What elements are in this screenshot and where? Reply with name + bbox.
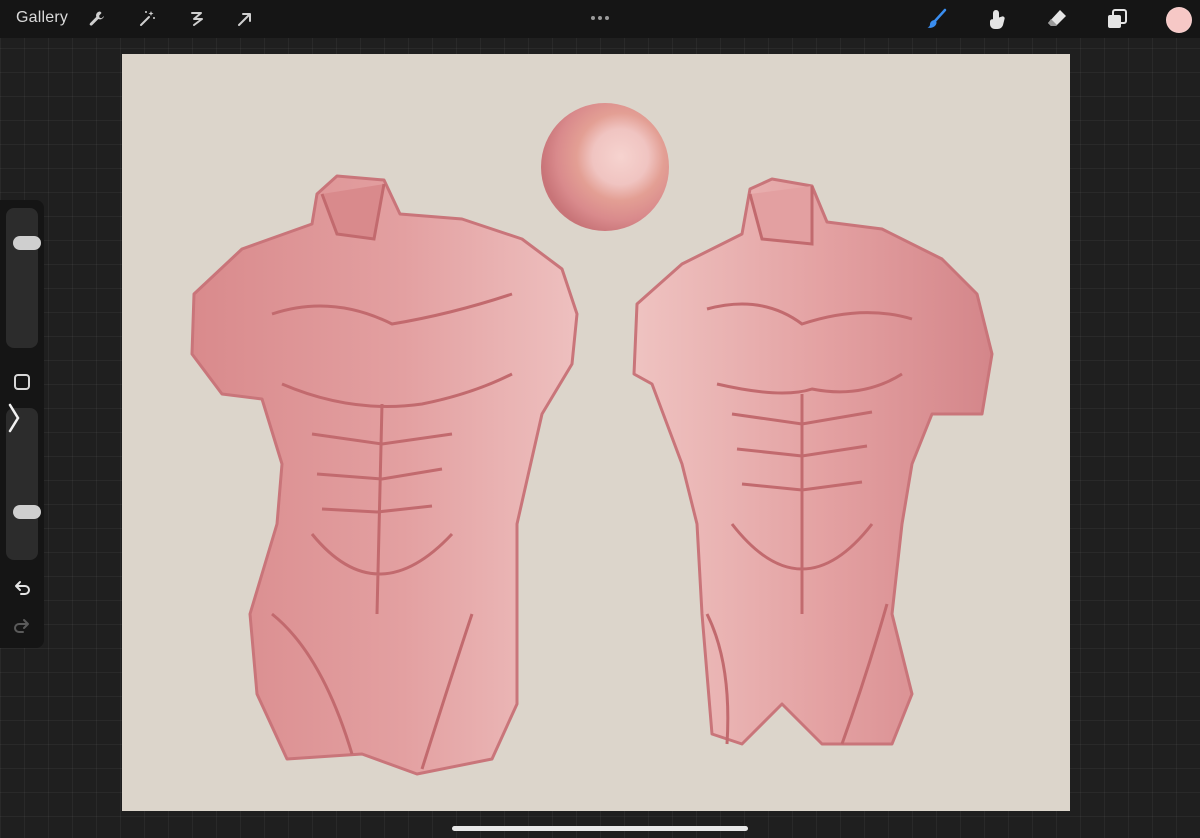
modify-square-icon	[14, 374, 30, 390]
eraser-tool-button[interactable]	[1046, 8, 1068, 30]
right-torso-sketch	[632, 177, 994, 746]
opacity-thumb[interactable]	[13, 505, 41, 519]
top-toolbar: Gallery	[0, 0, 1200, 38]
eraser-icon	[1048, 10, 1066, 26]
brush-size-slider[interactable]	[6, 208, 41, 348]
layers-icon	[1108, 9, 1127, 28]
color-picker-button[interactable]	[1166, 7, 1192, 33]
side-toolbar	[0, 200, 44, 648]
brush-tool-button[interactable]	[926, 8, 948, 30]
expand-sidebar-button[interactable]	[2, 403, 26, 433]
smudge-icon	[990, 10, 1005, 29]
shading-sphere	[541, 103, 669, 231]
redo-button[interactable]	[10, 614, 34, 638]
wrench-icon	[89, 11, 104, 26]
selection-button[interactable]	[186, 8, 208, 30]
actions-button[interactable]	[86, 8, 108, 30]
drawing-canvas[interactable]	[122, 54, 1070, 811]
undo-icon	[15, 581, 30, 595]
artwork	[190, 103, 994, 776]
transform-arrow-icon	[238, 13, 251, 26]
more-options-button[interactable]	[590, 8, 610, 20]
magic-wand-icon	[140, 11, 155, 26]
brush-size-thumb[interactable]	[13, 236, 41, 250]
selection-icon	[191, 12, 203, 26]
undo-button[interactable]	[10, 576, 34, 600]
adjustments-button[interactable]	[136, 8, 158, 30]
more-dots-icon	[591, 16, 609, 20]
gallery-button[interactable]: Gallery	[16, 9, 68, 27]
smudge-tool-button[interactable]	[986, 8, 1008, 30]
layers-button[interactable]	[1106, 8, 1128, 30]
expand-chevron-icon	[8, 403, 20, 433]
left-torso-sketch	[190, 174, 579, 776]
transform-button[interactable]	[234, 8, 256, 30]
modify-button[interactable]	[10, 370, 34, 394]
redo-icon	[14, 619, 29, 633]
home-indicator[interactable]	[452, 826, 748, 831]
brush-icon	[927, 8, 947, 28]
